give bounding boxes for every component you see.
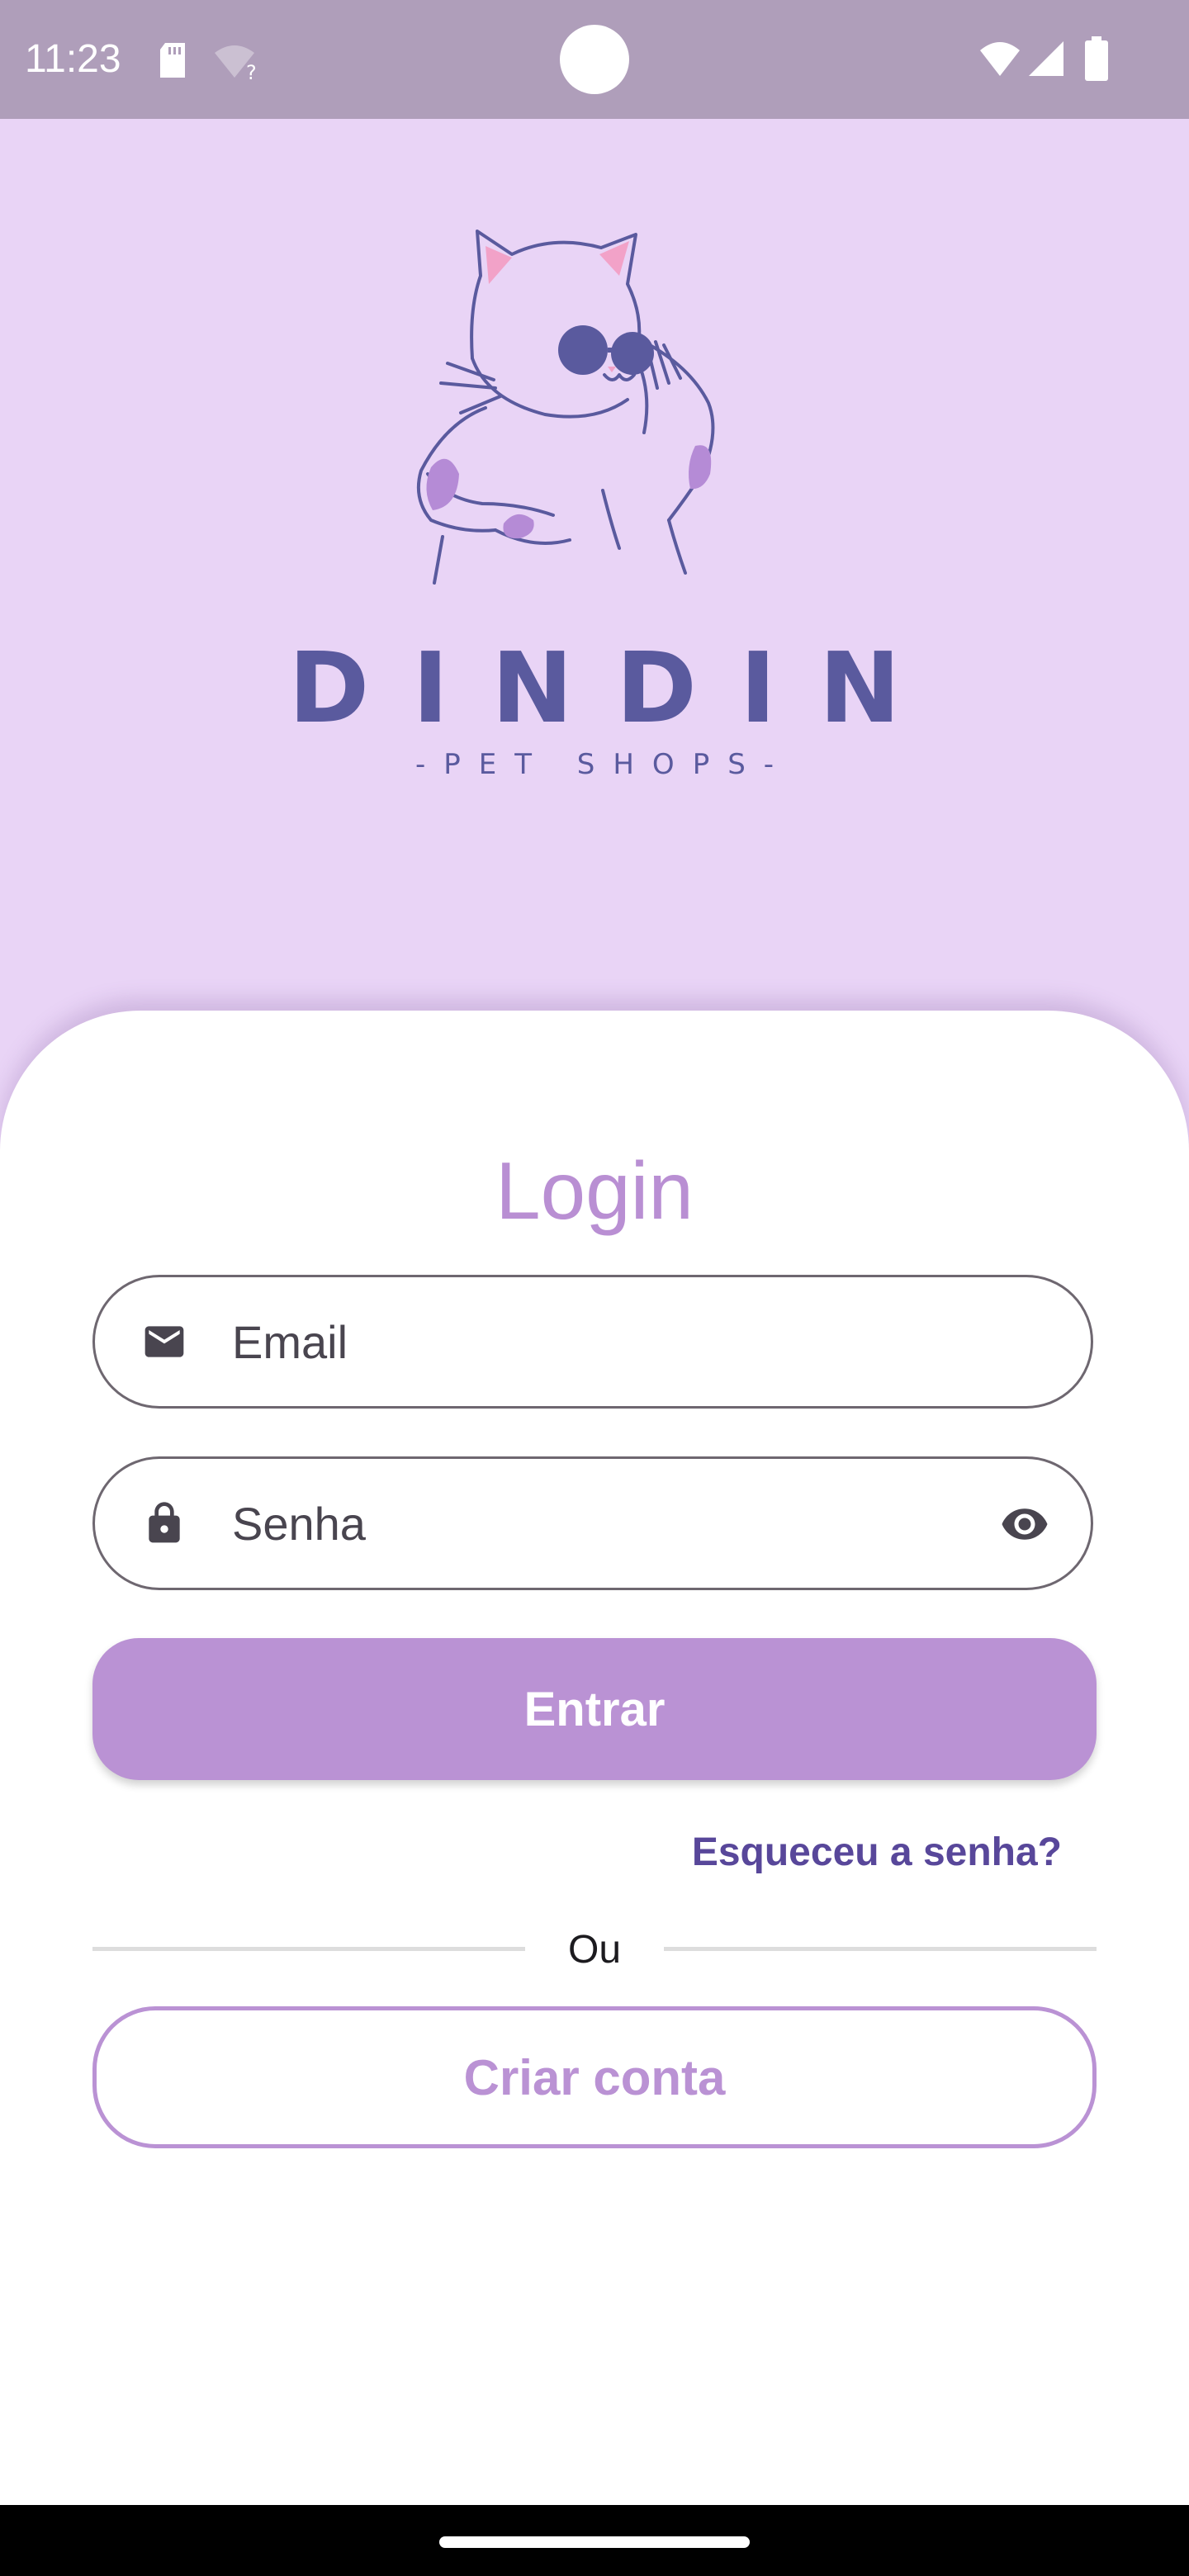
mail-icon <box>144 1326 184 1357</box>
wifi-unknown-icon: ? <box>215 45 257 81</box>
create-account-button[interactable]: Criar conta <box>92 2006 1097 2148</box>
cell-signal-icon <box>1029 41 1063 76</box>
email-field[interactable] <box>92 1275 1093 1409</box>
navigation-bar <box>0 2505 1189 2576</box>
eye-icon <box>1002 1508 1048 1540</box>
login-card: Login Entrar Esqueceu a senha? Ou Criar … <box>0 1011 1189 2505</box>
toggle-password-visibility-button[interactable] <box>1000 1503 1049 1549</box>
divider-text: Ou <box>567 1928 622 1972</box>
page-title: Login <box>495 1145 694 1236</box>
password-input[interactable] <box>232 1459 975 1588</box>
svg-text:?: ? <box>246 61 257 81</box>
login-button[interactable]: Entrar <box>92 1638 1097 1780</box>
sd-card-icon <box>160 43 185 78</box>
wifi-icon <box>980 42 1020 76</box>
email-input[interactable] <box>232 1277 975 1406</box>
cat-mascot-logo <box>416 230 715 585</box>
home-gesture-handle[interactable] <box>439 2536 750 2548</box>
brand-tagline: -PET SHOPS- <box>414 748 793 781</box>
lock-icon <box>149 1502 180 1543</box>
password-field[interactable] <box>92 1456 1093 1590</box>
divider-line-left <box>92 1947 525 1951</box>
status-bar: 11:23 ? <box>0 0 1189 119</box>
status-time: 11:23 <box>25 37 121 81</box>
camera-cutout <box>560 25 629 94</box>
brand-name: DINDIN <box>288 631 944 745</box>
battery-icon <box>1085 36 1108 81</box>
divider-line-right <box>664 1947 1097 1951</box>
forgot-password-link[interactable]: Esqueceu a senha? <box>692 1828 1062 1878</box>
logo-area: DINDIN -PET SHOPS- <box>0 119 1189 1011</box>
